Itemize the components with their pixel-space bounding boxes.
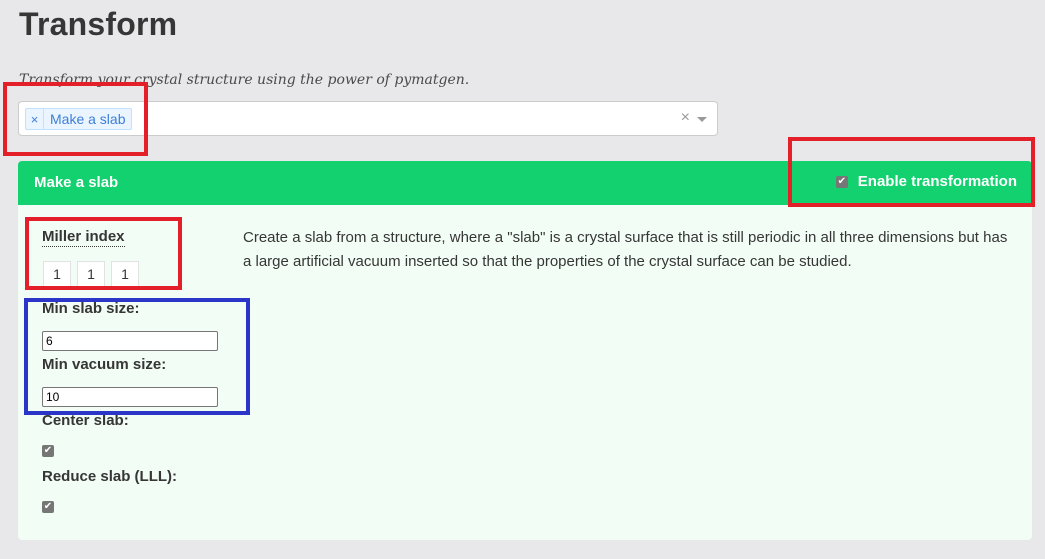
dropdown-arrow-icon[interactable] [697, 117, 707, 122]
reduce-slab-label: Reduce slab (LLL): [42, 468, 178, 485]
card-header: Make a slab ✔ Enable transformation [18, 161, 1032, 205]
page-subtitle: Transform your crystal structure using t… [19, 72, 470, 88]
miller-index-label: Miller index [42, 228, 125, 247]
center-slab-checkbox[interactable]: ✔ [42, 445, 54, 457]
selected-tag-label: Make a slab [50, 111, 126, 127]
enable-checkbox[interactable]: ✔ [835, 175, 848, 188]
min-slab-size-label: Min slab size: [42, 300, 140, 317]
reduce-slab-checkbox[interactable]: ✔ [42, 501, 54, 513]
page-title: Transform [19, 6, 178, 42]
center-slab-label: Center slab: [42, 412, 129, 429]
enable-label: Enable transformation [857, 173, 1017, 190]
min-vacuum-size-label: Min vacuum size: [42, 356, 167, 373]
miller-index-inputs: 1 1 1 [43, 261, 139, 287]
min-vacuum-size-input[interactable]: 10 [42, 387, 218, 407]
transformation-description: Create a slab from a structure, where a … [243, 229, 1008, 270]
enable-transformation-toggle[interactable]: ✔ Enable transformation [835, 173, 1017, 190]
miller-k-input[interactable]: 1 [77, 261, 105, 287]
card-title: Make a slab [34, 174, 119, 191]
miller-l-input[interactable]: 1 [111, 261, 139, 287]
clear-icon[interactable]: × [681, 109, 690, 127]
miller-h-input[interactable]: 1 [43, 261, 71, 287]
min-slab-size-input[interactable]: 6 [42, 331, 218, 351]
tag-remove-icon[interactable]: × [26, 109, 44, 129]
selected-tag: × Make a slab [25, 108, 133, 130]
transformation-select[interactable]: × Make a slab × [18, 101, 718, 136]
